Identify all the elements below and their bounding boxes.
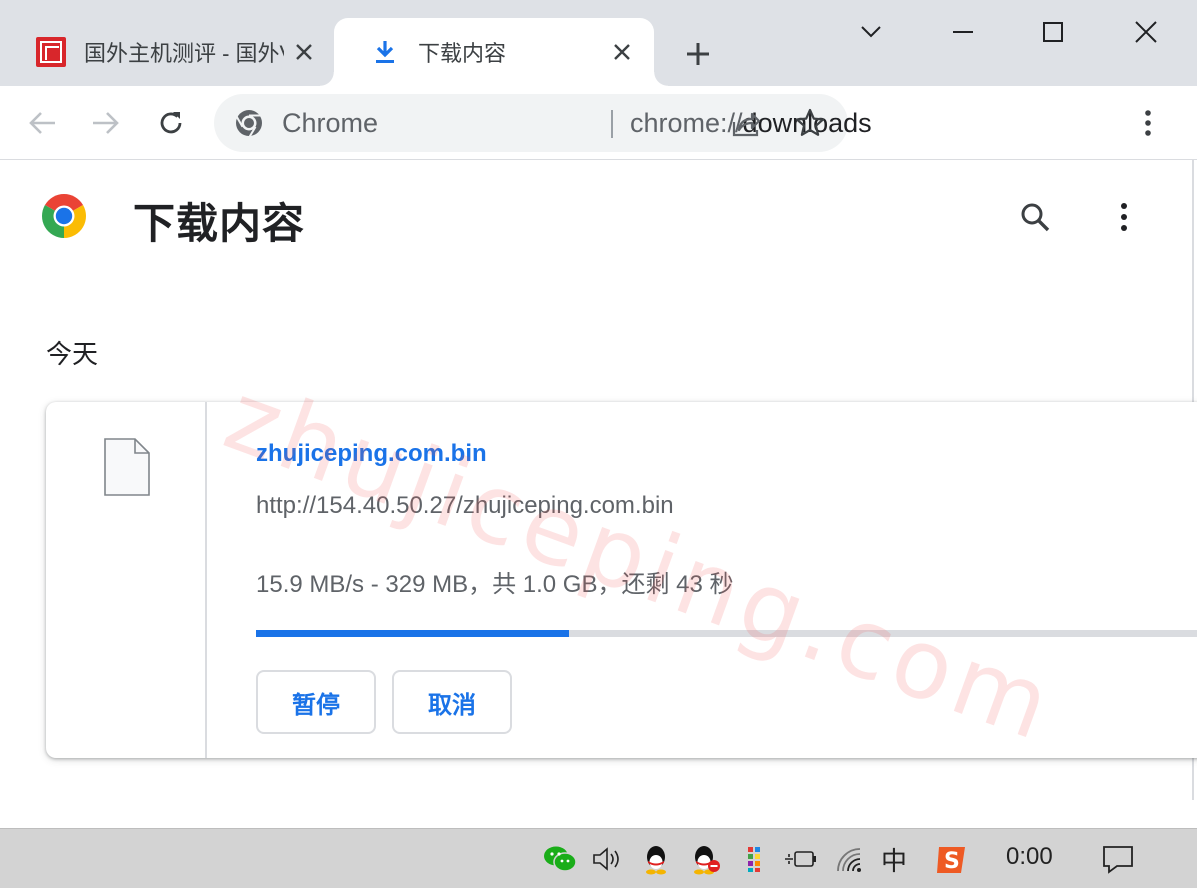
power-plug-icon[interactable] xyxy=(782,841,818,877)
file-source-url[interactable]: http://154.40.50.27/zhujiceping.com.bin xyxy=(256,492,674,520)
volume-icon[interactable] xyxy=(590,841,626,877)
back-button[interactable] xyxy=(22,103,62,143)
new-tab-button[interactable] xyxy=(680,36,716,72)
wechat-icon[interactable] xyxy=(542,841,578,877)
download-status: 15.9 MB/s - 329 MB，共 1.0 GB，还剩 43 秒 xyxy=(256,571,734,598)
chrome-logo-icon xyxy=(42,194,86,238)
file-name-link[interactable]: zhujiceping.com.bin xyxy=(256,440,487,468)
tab-close-button[interactable] xyxy=(608,38,636,66)
download-icon xyxy=(376,41,394,63)
window-close-button[interactable] xyxy=(1121,10,1171,54)
seal-favicon-icon xyxy=(36,37,66,67)
svg-text:S: S xyxy=(944,849,960,874)
tab-strip: 国外主机测评 - 国外VPS 下载内容 xyxy=(0,0,1197,86)
maximize-icon xyxy=(1043,22,1063,42)
tab-downloads[interactable]: 下载内容 xyxy=(320,18,668,86)
pause-button[interactable]: 暂停 xyxy=(256,670,376,734)
arrow-right-icon xyxy=(93,112,119,134)
minimize-button[interactable] xyxy=(938,10,988,54)
more-vert-icon xyxy=(1145,110,1151,136)
download-item: zhujiceping.com.bin http://154.40.50.27/… xyxy=(46,402,1197,758)
file-icon xyxy=(104,438,150,496)
omnibox-divider xyxy=(611,110,613,138)
progress-bar xyxy=(256,630,1197,637)
tab-search-button[interactable] xyxy=(846,10,896,54)
search-icon xyxy=(1021,203,1050,232)
file-icon-column xyxy=(46,402,207,758)
plus-icon xyxy=(687,43,709,65)
arrow-left-icon xyxy=(29,112,55,134)
date-heading: 今天 xyxy=(46,339,99,369)
page-title: 下载内容 xyxy=(133,200,306,247)
forward-button[interactable] xyxy=(86,103,126,143)
site-label: Chrome xyxy=(282,108,379,138)
ime-indicator[interactable]: 中 xyxy=(876,841,912,877)
cancel-button[interactable]: 取消 xyxy=(392,670,512,734)
taskbar: 中 S 0:00 xyxy=(0,828,1197,888)
toolbar: Chrome chrome://downloads xyxy=(0,86,1197,160)
tab-zhujiceping[interactable]: 国外主机测评 - 国外VPS xyxy=(0,18,334,86)
search-downloads-button[interactable] xyxy=(1014,196,1056,238)
color-grid-app-icon[interactable] xyxy=(736,841,772,877)
qq-busy-icon[interactable] xyxy=(688,841,724,877)
browser-menu-button[interactable] xyxy=(1130,103,1166,143)
maximize-button[interactable] xyxy=(1028,10,1078,54)
notification-icon[interactable] xyxy=(1100,841,1136,877)
close-icon xyxy=(1135,21,1157,43)
share-icon[interactable] xyxy=(730,108,762,140)
chevron-down-icon xyxy=(861,26,881,38)
bookmark-star-icon[interactable] xyxy=(794,107,826,139)
close-icon xyxy=(614,44,630,60)
downloads-menu-button[interactable] xyxy=(1106,196,1142,238)
address-bar[interactable]: Chrome chrome://downloads xyxy=(214,94,872,152)
reload-button[interactable] xyxy=(151,103,191,143)
qq-icon[interactable] xyxy=(638,841,674,877)
tab-title: 下载内容 xyxy=(418,41,507,66)
clock[interactable]: 0:00 xyxy=(1006,843,1053,871)
close-icon xyxy=(296,44,312,60)
sogou-input-icon[interactable]: S xyxy=(934,841,970,877)
url-scheme: chrome:// xyxy=(630,108,743,138)
tab-close-button[interactable] xyxy=(290,38,318,66)
more-vert-icon xyxy=(1121,203,1127,231)
downloads-header: 下载内容 xyxy=(0,160,1197,270)
progress-fill xyxy=(256,630,569,637)
wifi-icon[interactable] xyxy=(832,841,868,877)
chrome-site-icon xyxy=(235,110,262,138)
minimize-icon xyxy=(953,31,973,33)
tab-title: 国外主机测评 - 国外VPS xyxy=(84,41,284,66)
reload-icon xyxy=(160,112,182,134)
